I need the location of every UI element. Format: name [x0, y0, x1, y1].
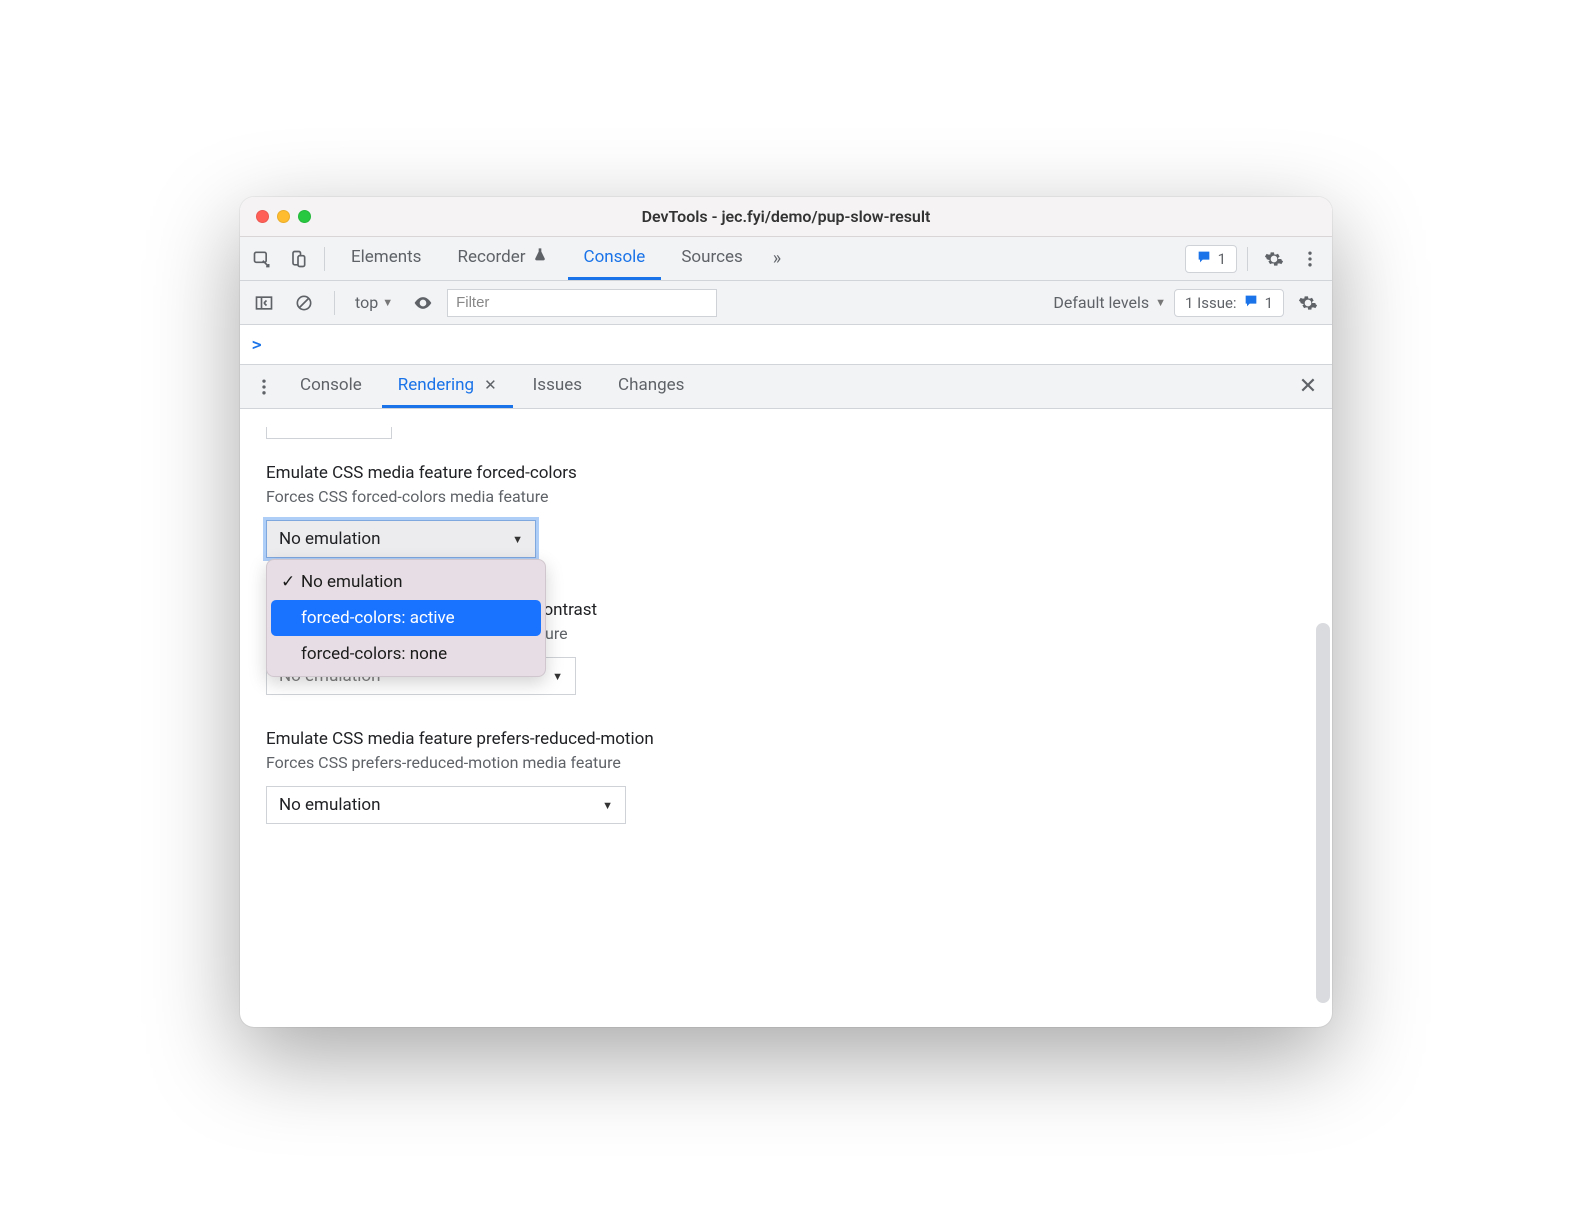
prefers-reduced-motion-select-value: No emulation [279, 795, 381, 815]
console-prompt-chevron: > [252, 335, 262, 354]
issues-counter[interactable]: 1 Issue: 1 [1174, 289, 1284, 317]
tab-console[interactable]: Console [568, 237, 662, 280]
kebab-menu-icon[interactable] [1294, 243, 1326, 275]
dropdown-option-label: forced-colors: active [301, 608, 455, 628]
live-expression-eye-icon[interactable] [407, 287, 439, 319]
separator [324, 247, 325, 271]
console-settings-gear-icon[interactable] [1292, 287, 1324, 319]
minimize-window-button[interactable] [277, 210, 290, 223]
setting-title: Emulate CSS media feature prefers-reduce… [266, 729, 1306, 749]
forced-colors-select-value: No emulation [279, 529, 381, 549]
tab-recorder[interactable]: Recorder [441, 237, 563, 280]
zoom-window-button[interactable] [298, 210, 311, 223]
scrollbar-thumb[interactable] [1316, 623, 1330, 1003]
clear-console-icon[interactable] [288, 287, 320, 319]
device-toolbar-icon[interactable] [282, 243, 314, 275]
tab-sources-label: Sources [681, 247, 742, 267]
flask-icon [532, 247, 548, 268]
traffic-lights [240, 210, 311, 223]
issues-badge[interactable]: 1 [1185, 245, 1237, 273]
dropdown-option-label: No emulation [301, 572, 403, 592]
drawer-tab-issues-label: Issues [533, 375, 582, 395]
issues-counter-count: 1 [1265, 294, 1273, 312]
separator [334, 291, 335, 315]
issues-counter-label: 1 Issue: [1185, 294, 1237, 312]
close-window-button[interactable] [256, 210, 269, 223]
prefers-reduced-motion-select[interactable]: No emulation ▼ [266, 786, 626, 824]
devtools-window: DevTools - jec.fyi/demo/pup-slow-result … [240, 197, 1332, 1027]
log-levels-dropdown[interactable]: Default levels ▼ [1053, 293, 1166, 312]
console-subtoolbar: top ▼ Default levels ▼ 1 Issue: 1 [240, 281, 1332, 325]
drawer-panel-wrap: Emulate CSS media feature forced-colors … [240, 409, 1332, 1027]
dropdown-option-no-emulation[interactable]: ✓ No emulation [271, 564, 541, 600]
drawer-tab-rendering-label: Rendering [398, 375, 474, 395]
context-selector-label: top [355, 293, 378, 312]
settings-gear-icon[interactable] [1258, 243, 1290, 275]
speech-bubble-icon [1196, 249, 1212, 269]
setting-forced-colors: Emulate CSS media feature forced-colors … [266, 463, 1306, 558]
forced-colors-dropdown: ✓ No emulation ✓ forced-colors: active ✓… [266, 559, 546, 677]
caret-down-icon: ▼ [602, 799, 613, 812]
inspect-element-icon[interactable] [246, 243, 278, 275]
drawer-tab-console[interactable]: Console [284, 365, 378, 408]
caret-down-icon: ▼ [552, 670, 563, 683]
drawer-tab-changes[interactable]: Changes [602, 365, 700, 408]
setting-subtitle: Forces CSS forced-colors media feature [266, 487, 1306, 506]
checkmark-icon: ✓ [281, 572, 297, 592]
tab-recorder-label: Recorder [457, 247, 525, 267]
console-prompt-row[interactable]: > [240, 325, 1332, 365]
caret-down-icon: ▼ [512, 533, 523, 546]
log-levels-label: Default levels [1053, 293, 1149, 312]
context-selector[interactable]: top ▼ [349, 291, 399, 314]
separator [1247, 247, 1248, 271]
drawer-tab-issues[interactable]: Issues [517, 365, 598, 408]
tab-sources[interactable]: Sources [665, 237, 758, 280]
drawer-tabbar: Console Rendering ✕ Issues Changes ✕ [240, 365, 1332, 409]
setting-prefers-reduced-motion: Emulate CSS media feature prefers-reduce… [266, 729, 1306, 824]
close-tab-icon[interactable]: ✕ [484, 376, 497, 394]
console-filter-input[interactable] [447, 289, 717, 317]
dropdown-option-label: forced-colors: none [301, 644, 447, 664]
tab-elements-label: Elements [351, 247, 421, 267]
rendering-panel: Emulate CSS media feature forced-colors … [240, 409, 1332, 1027]
more-tabs-button[interactable]: » [763, 248, 791, 269]
setting-subtitle: Forces CSS prefers-reduced-motion media … [266, 753, 1306, 772]
dropdown-option-forced-colors-none[interactable]: ✓ forced-colors: none [271, 636, 541, 672]
caret-down-icon: ▼ [382, 296, 393, 309]
tab-elements[interactable]: Elements [335, 237, 437, 280]
issues-badge-count: 1 [1218, 250, 1226, 268]
drawer-tab-rendering[interactable]: Rendering ✕ [382, 365, 513, 408]
window-titlebar: DevTools - jec.fyi/demo/pup-slow-result [240, 197, 1332, 237]
dropdown-option-forced-colors-active[interactable]: ✓ forced-colors: active [271, 600, 541, 636]
drawer-tab-console-label: Console [300, 375, 362, 395]
drawer-more-icon[interactable] [248, 371, 280, 403]
devtools-main-toolbar: Elements Recorder Console Sources » 1 [240, 237, 1332, 281]
tab-console-label: Console [584, 247, 646, 267]
previous-select-partial[interactable] [266, 427, 392, 439]
forced-colors-select[interactable]: No emulation ▼ [266, 520, 536, 558]
drawer-tab-changes-label: Changes [618, 375, 684, 395]
drawer-close-icon[interactable]: ✕ [1292, 371, 1324, 403]
window-title: DevTools - jec.fyi/demo/pup-slow-result [240, 207, 1332, 226]
caret-down-icon: ▼ [1155, 296, 1166, 309]
speech-bubble-icon [1243, 293, 1259, 313]
setting-title: Emulate CSS media feature forced-colors [266, 463, 1306, 483]
console-sidebar-toggle-icon[interactable] [248, 287, 280, 319]
